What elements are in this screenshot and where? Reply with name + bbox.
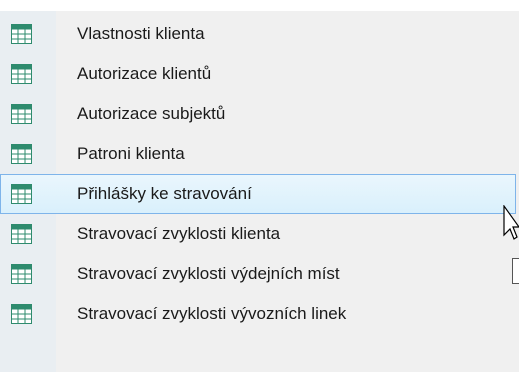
background-window-edge bbox=[512, 258, 519, 284]
table-icon bbox=[11, 144, 32, 164]
table-icon bbox=[11, 304, 32, 324]
menu-item-vlastnosti-klienta[interactable]: Vlastnosti klienta bbox=[0, 14, 515, 54]
menu-item-label: Stravovací zvyklosti klienta bbox=[77, 224, 281, 243]
menu-item-autorizace-klientu[interactable]: Autorizace klientů bbox=[0, 54, 515, 94]
menu-item-stravovaci-zvyklosti-klienta[interactable]: Stravovací zvyklosti klienta bbox=[0, 214, 515, 254]
table-icon bbox=[11, 184, 32, 204]
menu-item-label: Vlastnosti klienta bbox=[77, 24, 205, 43]
menu-item-label: Stravovací zvyklosti výdejních míst bbox=[77, 264, 340, 283]
table-icon bbox=[11, 64, 32, 84]
menu-item-label: Patroni klienta bbox=[77, 144, 185, 163]
menu-item-patroni-klienta[interactable]: Patroni klienta bbox=[0, 134, 515, 174]
context-menu: Vlastnosti klienta Autorizace klientů Au… bbox=[0, 11, 519, 372]
table-icon bbox=[11, 104, 32, 124]
table-icon bbox=[11, 24, 32, 44]
menu-item-label: Přihlášky ke stravování bbox=[77, 184, 252, 203]
menu-item-stravovaci-zvyklosti-vydejnich-mist[interactable]: Stravovací zvyklosti výdejních míst bbox=[0, 254, 515, 294]
menu-item-label: Stravovací zvyklosti vývozních linek bbox=[77, 304, 347, 323]
menu-item-label: Autorizace klientů bbox=[77, 64, 212, 83]
menu-item-prihlasky-ke-stravovani[interactable]: Přihlášky ke stravování bbox=[0, 174, 516, 214]
table-icon bbox=[11, 264, 32, 284]
menu-item-autorizace-subjektu[interactable]: Autorizace subjektů bbox=[0, 94, 515, 134]
mouse-cursor-icon bbox=[503, 205, 519, 240]
menu-item-stravovaci-zvyklosti-vyvoznich-linek[interactable]: Stravovací zvyklosti vývozních linek bbox=[0, 294, 515, 334]
table-icon bbox=[11, 224, 32, 244]
menu-item-label: Autorizace subjektů bbox=[77, 104, 226, 123]
